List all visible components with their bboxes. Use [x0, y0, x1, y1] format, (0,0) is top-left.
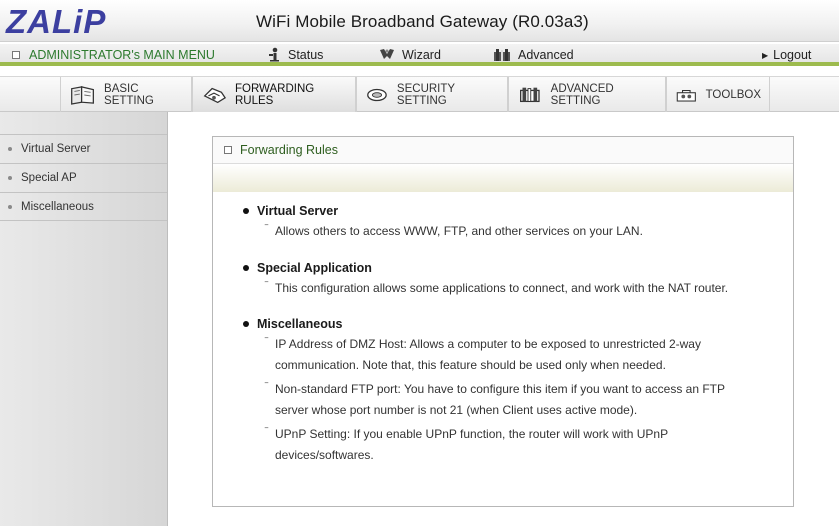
sidebar: Virtual Server Special AP Miscellaneous — [0, 112, 168, 526]
tab-advanced-setting[interactable]: ADVANCED SETTING — [508, 77, 666, 112]
advanced-tools-icon — [494, 49, 510, 61]
status-label: Status — [288, 48, 324, 62]
section-description: ‾ This configuration allows some applica… — [243, 278, 783, 299]
svg-text:ZALiP: ZALiP — [5, 3, 106, 40]
status-person-icon — [269, 47, 279, 62]
lock-icon — [367, 88, 387, 101]
dash-icon: ‾ — [265, 224, 268, 234]
tab-security-setting[interactable]: SECURITY SETTING — [356, 77, 508, 112]
section-title: Special Application — [243, 260, 783, 276]
sidebar-item-virtual-server[interactable]: Virtual Server — [0, 134, 167, 163]
admin-main-menu-label: ADMINISTRATOR's MAIN MENU — [29, 48, 215, 62]
section-title-text: Virtual Server — [257, 204, 339, 218]
tab-advanced-setting-label: ADVANCED SETTING — [550, 82, 614, 107]
section-title: Virtual Server — [243, 203, 783, 219]
forward-icon — [203, 87, 227, 103]
tab-toolbox-label: TOOLBOX — [705, 88, 761, 101]
bullet-icon — [243, 208, 249, 214]
section-title-text: Miscellaneous — [257, 317, 343, 331]
bullet-icon — [243, 321, 249, 327]
section-virtual-server: Virtual Server ‾ Allows others to access… — [243, 203, 783, 242]
sidebar-bullet-icon — [8, 204, 12, 209]
dash-icon: ‾ — [265, 337, 268, 347]
bullet-icon — [243, 265, 249, 271]
tab-basic-setting[interactable]: BASIC SETTING — [60, 77, 192, 112]
description-text: IP Address of DMZ Host: Allows a compute… — [275, 337, 701, 372]
panel-gradient-band — [213, 164, 793, 192]
book-icon — [71, 85, 94, 105]
sidebar-item-label: Virtual Server — [21, 143, 91, 155]
wizard-link[interactable]: Wizard — [378, 44, 441, 66]
square-bullet-icon — [12, 51, 20, 59]
sidebar-item-special-ap[interactable]: Special AP — [0, 163, 167, 192]
description-text: UPnP Setting: If you enable UPnP functio… — [275, 427, 668, 462]
description-text: Non-standard FTP port: You have to confi… — [275, 382, 725, 417]
dash-icon: ‾ — [265, 382, 268, 392]
gateway-title: WiFi Mobile Broadband Gateway (R0.03a3) — [256, 12, 589, 31]
advanced-icon — [520, 87, 540, 102]
zalip-logo: ZALiP — [5, 3, 106, 40]
admin-main-menu-link[interactable]: ADMINISTRATOR's MAIN MENU — [12, 44, 215, 66]
section-special-application: Special Application ‾ This configuration… — [243, 260, 783, 299]
sidebar-bullet-icon — [8, 176, 12, 180]
section-miscellaneous: Miscellaneous ‾ IP Address of DMZ Host: … — [243, 316, 783, 466]
section-description: ‾ IP Address of DMZ Host: Allows a compu… — [243, 334, 743, 376]
square-bullet-icon — [224, 146, 232, 154]
admin-menu-bar: ADMINISTRATOR's MAIN MENU Status Wizard … — [0, 44, 839, 66]
triangle-right-icon: ▶ — [762, 50, 769, 60]
section-description: ‾ Allows others to access WWW, FTP, and … — [243, 221, 783, 242]
advanced-link[interactable]: Advanced — [492, 44, 574, 66]
section-title: Miscellaneous — [243, 316, 783, 332]
sidebar-item-miscellaneous[interactable]: Miscellaneous — [0, 192, 167, 221]
logout-link[interactable]: ▶ Logout — [762, 44, 811, 66]
tab-forwarding-rules[interactable]: FORWARDING RULES — [192, 77, 356, 112]
sidebar-item-label: Miscellaneous — [21, 200, 94, 213]
sidebar-item-label: Special AP — [21, 172, 77, 184]
tab-basic-setting-label: BASIC SETTING — [104, 82, 154, 107]
dash-icon: ‾ — [265, 281, 268, 291]
wizard-label: Wizard — [402, 48, 441, 62]
section-description: ‾ Non-standard FTP port: You have to con… — [243, 379, 743, 421]
description-text: Allows others to access WWW, FTP, and ot… — [275, 224, 643, 238]
tab-forwarding-rules-label: FORWARDING RULES — [234, 82, 315, 107]
description-text: This configuration allows some applicati… — [275, 281, 729, 295]
panel-header: Forwarding Rules — [213, 137, 793, 164]
tab-security-setting-label: SECURITY SETTING — [396, 82, 455, 107]
dash-icon: ‾ — [265, 427, 268, 437]
toolbox-icon — [676, 89, 696, 102]
tab-toolbox[interactable]: TOOLBOX — [666, 77, 770, 112]
logout-label: Logout — [773, 48, 812, 62]
section-title-text: Special Application — [257, 261, 372, 275]
sidebar-bullet-icon — [8, 147, 12, 151]
advanced-label: Advanced — [518, 48, 574, 62]
header: ZALiP WiFi Mobile Broadband Gateway (R0.… — [0, 0, 839, 42]
section-description: ‾ UPnP Setting: If you enable UPnP funct… — [243, 424, 723, 466]
forwarding-rules-panel: Forwarding Rules Virtual Server ‾ Allows… — [212, 136, 794, 507]
status-link[interactable]: Status — [266, 44, 323, 66]
wizard-icon — [380, 49, 394, 59]
panel-title: Forwarding Rules — [240, 143, 338, 157]
settings-tab-bar: BASIC SETTING FORWARDING RULES SECURITY … — [0, 76, 839, 112]
